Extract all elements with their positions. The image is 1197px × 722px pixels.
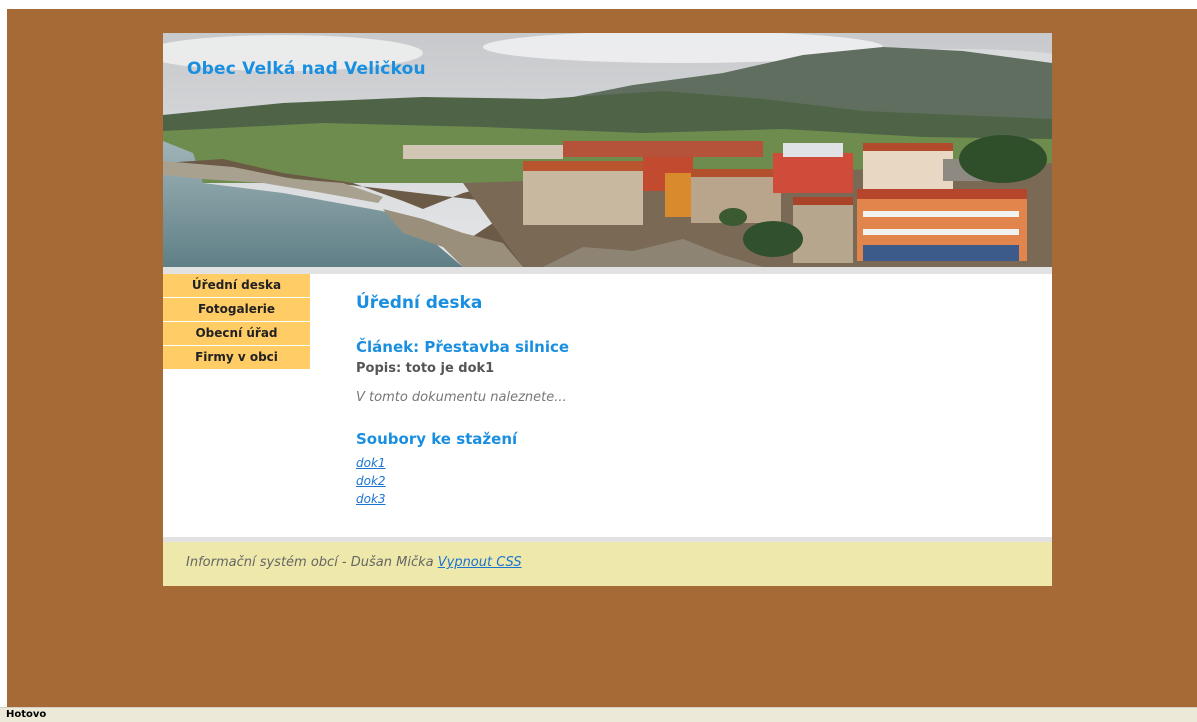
downloads-heading: Soubory ke stažení bbox=[356, 430, 518, 448]
list-item: dok1 bbox=[356, 454, 1006, 472]
browser-status-bar: Hotovo bbox=[0, 707, 1197, 722]
header-banner: Obec Velká nad Veličkou bbox=[163, 33, 1052, 267]
browser-viewport: Obec Velká nad Veličkou Úřední deska Fot… bbox=[7, 9, 1197, 707]
menu-item-firmy-v-obci[interactable]: Firmy v obci bbox=[163, 346, 310, 369]
download-link-dok3[interactable]: dok3 bbox=[356, 490, 1006, 508]
disable-css-link[interactable]: Vypnout CSS bbox=[438, 555, 522, 570]
page-heading: Úřední deska bbox=[356, 293, 483, 313]
site-title: Obec Velká nad Veličkou bbox=[187, 59, 426, 79]
menu-item-obecni-urad[interactable]: Obecní úřad bbox=[163, 322, 310, 345]
menu-item-uredni-deska[interactable]: Úřední deska bbox=[163, 274, 310, 297]
main-content: Úřední deska Článek: Přestavba silnice P… bbox=[356, 291, 1006, 508]
download-link-dok2[interactable]: dok2 bbox=[356, 472, 1006, 490]
footer: Informační systém obcí - Dušan Mička Vyp… bbox=[163, 542, 1052, 586]
article-text: V tomto dokumentu naleznete... bbox=[356, 390, 567, 405]
header-divider bbox=[163, 267, 1052, 274]
status-text: Hotovo bbox=[6, 709, 47, 720]
list-item: dok2 bbox=[356, 472, 1006, 490]
article-description: Popis: toto je dok1 bbox=[356, 361, 495, 376]
list-item: dok3 bbox=[356, 490, 1006, 508]
page-container: Obec Velká nad Veličkou Úřední deska Fot… bbox=[163, 33, 1052, 586]
menu-item-fotogalerie[interactable]: Fotogalerie bbox=[163, 298, 310, 321]
download-link-dok1[interactable]: dok1 bbox=[356, 454, 1006, 472]
footer-credit: Informační systém obcí - Dušan Mička bbox=[186, 555, 434, 570]
footer-text-wrapper: Informační systém obcí - Dušan Mička Vyp… bbox=[186, 555, 522, 570]
download-list: dok1 dok2 dok3 bbox=[356, 454, 1006, 508]
article-title: Článek: Přestavba silnice bbox=[356, 338, 570, 356]
main-menu: Úřední deska Fotogalerie Obecní úřad Fir… bbox=[163, 274, 310, 370]
